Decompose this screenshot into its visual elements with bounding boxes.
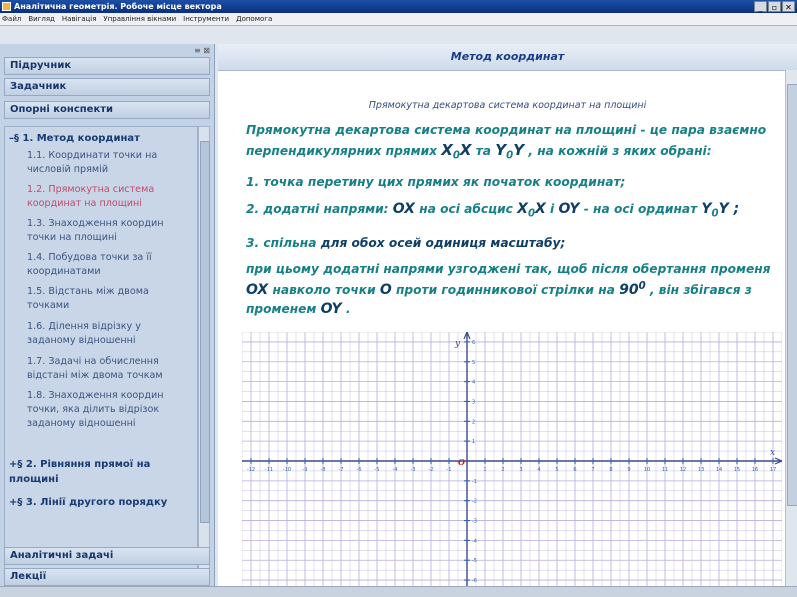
tree-item-1-3[interactable]: 1.3. Знаходження координ точки на площин… <box>27 217 197 245</box>
x-tick-label: -1 <box>447 467 452 473</box>
rotation-line-1: при цьому додатні напрями узгоджені так,… <box>246 262 771 276</box>
window-title: Аналітична геометрія. Робоче місце векто… <box>14 2 222 11</box>
rotation-line-3: променем OY . <box>246 301 351 317</box>
y-tick-label: 6 <box>472 340 475 346</box>
maximize-button[interactable]: ▫ <box>768 1 781 12</box>
list-item-3: 3. спільна для обох осей одиниця масштаб… <box>246 236 566 250</box>
sidebar: ≡ ⊠ Підручник Задачник Опорні конспекти … <box>0 44 215 596</box>
x-tick-label: 8 <box>609 467 612 473</box>
x-tick-label: -8 <box>321 467 326 473</box>
status-bar <box>0 586 797 597</box>
contents-tree: –§ 1. Метод координат 1.1. Координати то… <box>4 126 198 581</box>
content-vertical-scrollbar[interactable] <box>785 70 797 596</box>
y-tick-label: 3 <box>472 399 475 405</box>
menu-file[interactable]: Файл <box>2 15 21 23</box>
menu-navigation[interactable]: Навігація <box>62 15 97 23</box>
tree-item-1-2[interactable]: 1.2. Прямокутна система координат на пло… <box>27 183 197 211</box>
scroll-thumb[interactable] <box>200 141 210 523</box>
x-tick-label: -6 <box>357 467 362 473</box>
y-tick-label: -4 <box>472 538 477 544</box>
list-item-1: 1. точка перетину цих прямих як початок … <box>246 175 626 189</box>
list-item-2: 2. додатні напрями: OX на осі абсцис X0X… <box>246 201 740 220</box>
x-tick-label: 11 <box>662 467 668 473</box>
y-tick-label: -3 <box>472 519 477 525</box>
x-tick-label: 9 <box>627 467 630 473</box>
content-header: Метод координат <box>218 44 797 71</box>
x-tick-label: 13 <box>698 467 704 473</box>
menu-tools[interactable]: Інструменти <box>183 15 229 23</box>
tab-problem-book[interactable]: Задачник <box>4 78 210 96</box>
x-tick-label: -9 <box>303 467 308 473</box>
app-icon <box>2 2 11 11</box>
origin-label: O <box>458 457 465 467</box>
x-tick-label: 6 <box>573 467 576 473</box>
tree-section-3[interactable]: +§ 3. Лінії другого порядку <box>9 497 167 508</box>
coordinate-grid-chart: -12 -11 -10 -9 -8 -7 -6 -5 -4 -3 -2 -1 1 2 3 4 5 6 7 8 9 10 11… <box>242 332 782 590</box>
x-tick-label: 14 <box>716 467 722 473</box>
x-tick-label: -12 <box>247 467 255 473</box>
definition-line-2: перпендикулярних прямих X0X та Y0Y , на … <box>246 141 712 162</box>
y-tick-label: 2 <box>472 419 475 425</box>
x-tick-label: 10 <box>644 467 650 473</box>
section-subtitle: Прямокутна декартова система координат н… <box>368 100 647 111</box>
page-title: Метод координат <box>450 50 565 63</box>
definition-line-1: Прямокутна декартова система координат н… <box>246 123 767 137</box>
x-tick-label: -5 <box>375 467 380 473</box>
x-tick-label: 5 <box>555 467 558 473</box>
tree-item-1-8[interactable]: 1.8. Знаходження координ точки, яка діли… <box>27 389 197 431</box>
tab-textbook[interactable]: Підручник <box>4 57 210 75</box>
x-tick-label: 3 <box>519 467 522 473</box>
x-tick-label: 1 <box>483 467 486 473</box>
menu-windows[interactable]: Управління вікнами <box>103 15 176 23</box>
rotation-line-2: OX навколо точки O проти годинникової ст… <box>246 281 752 299</box>
y-axis-label: y <box>454 339 461 349</box>
x-tick-label: 4 <box>537 467 540 473</box>
minimize-button[interactable]: _ <box>754 1 767 12</box>
tree-item-1-6[interactable]: 1.6. Ділення відрізку у заданому відноше… <box>27 320 197 348</box>
scroll-thumb[interactable] <box>787 84 797 506</box>
x-tick-label: -3 <box>411 467 416 473</box>
tree-vertical-scrollbar[interactable] <box>198 126 210 581</box>
y-tick-label: 5 <box>472 360 475 366</box>
tree-item-1-4[interactable]: 1.4. Побудова точки за її координатами <box>27 251 197 279</box>
menu-view[interactable]: Вигляд <box>28 15 55 23</box>
tree-item-1-7[interactable]: 1.7. Задачі на обчислення відстані між д… <box>27 355 197 383</box>
close-button[interactable]: ✕ <box>782 1 795 12</box>
y-tick-label: 4 <box>472 380 475 386</box>
x-tick-label: 2 <box>501 467 504 473</box>
x-tick-label: -11 <box>265 467 273 473</box>
y-tick-label: 1 <box>472 439 475 445</box>
menu-bar: Файл Вигляд Навігація Управління вікнами… <box>0 13 797 26</box>
x-tick-label: 15 <box>734 467 740 473</box>
tab-analytic-problems[interactable]: Аналітичні задачі <box>4 547 210 565</box>
tab-lectures[interactable]: Лекції <box>4 568 210 586</box>
menu-help[interactable]: Допомога <box>236 15 272 23</box>
x-tick-label: 17 <box>770 467 776 473</box>
y-tick-label: -1 <box>472 479 477 485</box>
x-tick-label: -2 <box>429 467 434 473</box>
y-tick-label: -5 <box>472 558 477 564</box>
tree-section-2[interactable]: +§ 2. Рівняння прямої на площині <box>9 457 150 487</box>
tree-item-1-1[interactable]: 1.1. Координати точки на числовій прямій <box>27 149 197 177</box>
x-axis-label: x <box>770 448 775 458</box>
x-tick-label: 7 <box>591 467 594 473</box>
y-tick-label: -2 <box>472 499 477 505</box>
tree-section-1[interactable]: –§ 1. Метод координат <box>9 133 140 144</box>
y-tick-label: -6 <box>472 578 477 584</box>
x-tick-label: -7 <box>339 467 344 473</box>
x-tick-label: 12 <box>680 467 686 473</box>
x-tick-label: 16 <box>752 467 758 473</box>
x-tick-label: -10 <box>283 467 291 473</box>
tab-reference-notes[interactable]: Опорні конспекти <box>4 101 210 119</box>
tree-item-1-5[interactable]: 1.5. Відстань між двома точками <box>27 285 197 313</box>
x-tick-label: -4 <box>393 467 398 473</box>
content-pane: Метод координат Прямокутна декартова сис… <box>218 44 797 596</box>
title-bar: Аналітична геометрія. Робоче місце векто… <box>0 0 797 13</box>
pin-close-icon[interactable]: ≡ ⊠ <box>194 46 210 55</box>
